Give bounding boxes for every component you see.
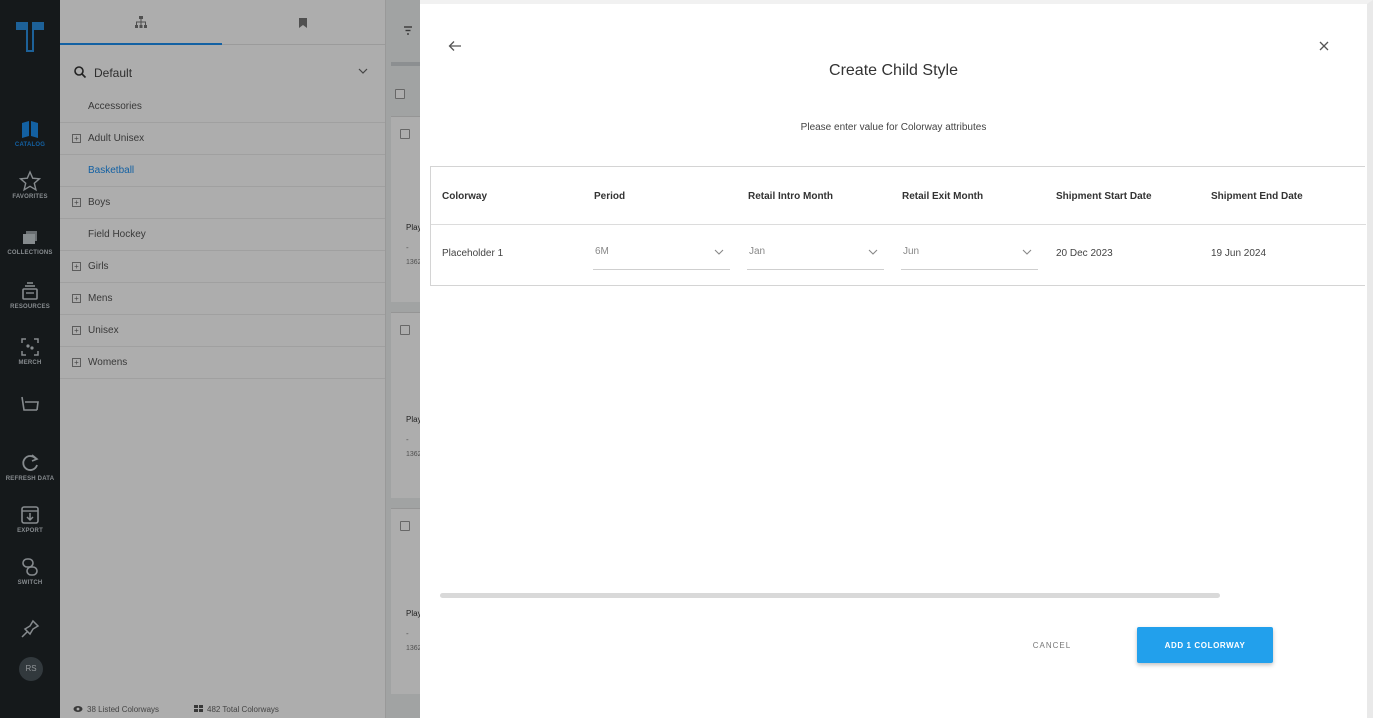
create-child-style-dialog: Create Child Style Please enter value fo… <box>420 0 1373 718</box>
table-row: Placeholder 1 20 Dec 2023 19 Jun 2024 <box>431 225 1366 285</box>
dialog-title: Create Child Style <box>829 62 958 79</box>
horizontal-scrollbar[interactable] <box>440 593 1220 598</box>
period-select[interactable]: 6M <box>593 234 730 270</box>
retail-exit-month-select[interactable]: Jun <box>901 234 1038 270</box>
close-icon[interactable] <box>1318 40 1330 52</box>
column-header-retail-exit-month: Retail Exit Month <box>902 191 984 202</box>
column-header-colorway: Colorway <box>442 191 488 202</box>
table-header-row: Colorway Period Retail Intro Month Retai… <box>431 167 1366 225</box>
column-header-period: Period <box>594 191 626 202</box>
chevron-down-icon <box>868 249 878 255</box>
chevron-down-icon <box>1022 249 1032 255</box>
cell-shipment-start-date: 20 Dec 2023 <box>1056 248 1113 259</box>
period-value: 6M <box>595 246 609 257</box>
chevron-down-icon <box>714 249 724 255</box>
colorway-attributes-table: Colorway Period Retail Intro Month Retai… <box>430 166 1366 286</box>
column-header-shipment-end-date: Shipment End Date <box>1211 191 1303 202</box>
column-header-shipment-start-date: Shipment Start Date <box>1056 191 1152 202</box>
cell-colorway: Placeholder 1 <box>442 248 504 259</box>
modal-backdrop[interactable] <box>0 0 420 718</box>
dialog-subtitle: Please enter value for Colorway attribut… <box>800 122 987 133</box>
retail-exit-month-value: Jun <box>903 246 920 257</box>
back-arrow-icon[interactable] <box>448 40 462 52</box>
retail-intro-month-select[interactable]: Jan <box>747 234 884 270</box>
column-header-retail-intro-month: Retail Intro Month <box>748 191 833 202</box>
cell-shipment-end-date: 19 Jun 2024 <box>1211 248 1267 259</box>
retail-intro-month-value: Jan <box>749 246 766 257</box>
cancel-button[interactable]: CANCEL <box>1020 632 1084 658</box>
add-colorway-button[interactable]: ADD 1 COLORWAY <box>1137 627 1273 663</box>
